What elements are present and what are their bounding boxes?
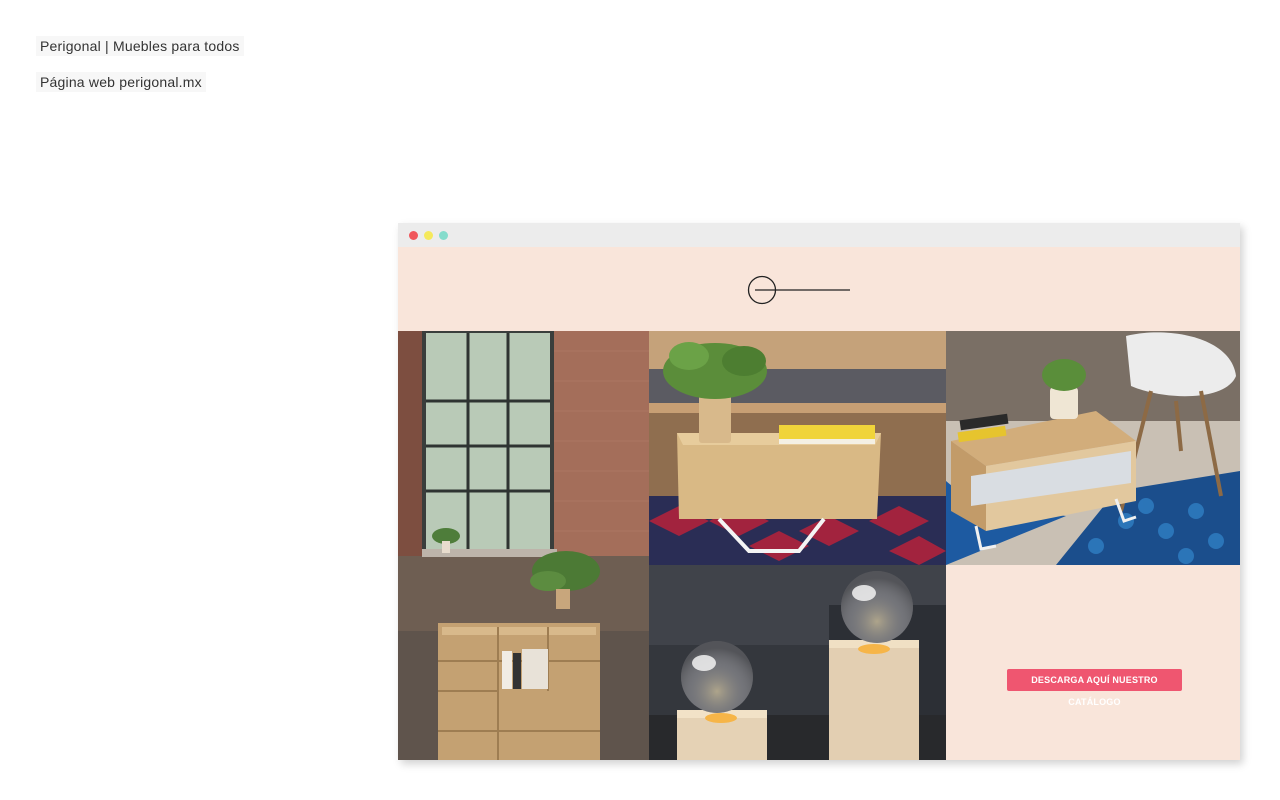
site-header	[398, 247, 1240, 331]
download-catalog-button[interactable]: DESCARGA AQUÍ NUESTRO CATÁLOGO	[1007, 669, 1182, 707]
browser-mockup: DESCARGA AQUÍ NUESTRO CATÁLOGO	[398, 223, 1240, 760]
product-grid: DESCARGA AQUÍ NUESTRO CATÁLOGO	[398, 331, 1240, 760]
wood-lamps-photo[interactable]	[649, 565, 946, 760]
project-subtitle: Página web perigonal.mx	[36, 72, 206, 92]
maximize-dot-icon[interactable]	[439, 231, 448, 240]
project-title: Perigonal | Muebles para todos	[36, 36, 244, 56]
shelf-window-photo[interactable]	[398, 331, 649, 760]
minimize-dot-icon[interactable]	[424, 231, 433, 240]
browser-toolbar	[398, 223, 1240, 247]
catalog-cta-panel: DESCARGA AQUÍ NUESTRO CATÁLOGO	[946, 565, 1240, 760]
circle-line-logo-icon[interactable]	[747, 275, 851, 305]
coffee-table-photo[interactable]	[649, 331, 946, 565]
close-dot-icon[interactable]	[409, 231, 418, 240]
side-table-drawer-photo[interactable]	[946, 331, 1240, 565]
